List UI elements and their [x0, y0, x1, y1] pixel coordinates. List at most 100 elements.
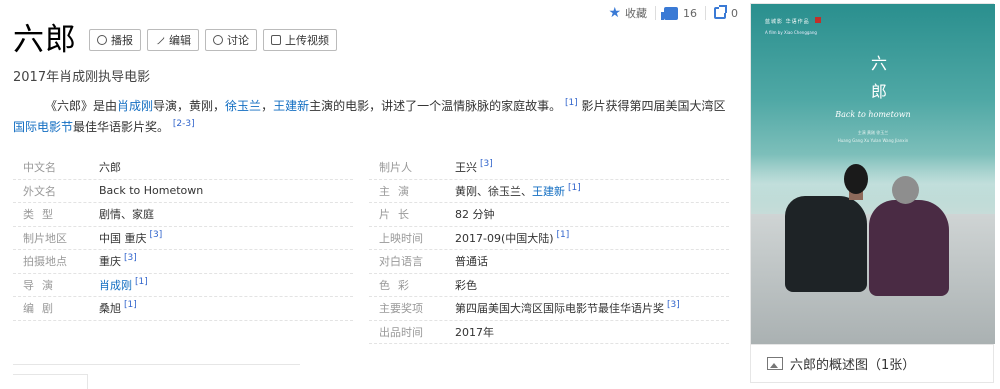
info-row: 制片人 王兴 [3]: [369, 156, 729, 180]
poster-cast-en: Huang Gang Xu Yulan Wang Jianxin: [837, 138, 909, 143]
info-value: 普通话: [455, 255, 488, 269]
like-button[interactable]: 16: [661, 6, 697, 20]
upload-video-button[interactable]: 上传视频: [263, 29, 337, 51]
info-column-right: 制片人 王兴 [3] 主演 黄刚、徐玉兰、王建新 [1] 片长 82 分钟 上映…: [369, 156, 729, 344]
summary-text: 导演，黄刚，: [153, 99, 226, 113]
catalog-tab[interactable]: [13, 374, 88, 389]
info-key: 主演: [379, 184, 417, 198]
festival-link[interactable]: 国际电影节: [13, 120, 73, 134]
poster-title-char: 郎: [870, 82, 887, 101]
title-buttons: 播报 编辑 讨论 上传视频: [89, 29, 343, 51]
poster-cast: 主演 黄刚 徐玉兰: [857, 130, 889, 135]
poster-man-head: [844, 164, 868, 194]
info-row: 导演 肖成刚 [1]: [13, 274, 353, 297]
info-key: 对白语言: [379, 255, 423, 269]
reference-link[interactable]: [1]: [124, 300, 137, 310]
poster-en-title: Back to hometown: [835, 110, 911, 119]
info-row: 上映时间 2017-09(中国大陆) [1]: [369, 227, 729, 250]
divider: [705, 6, 706, 20]
info-value: 中国 重庆: [99, 231, 147, 245]
poster-woman-figure: [869, 200, 949, 296]
info-row: 片长 82 分钟: [369, 203, 729, 227]
movie-poster[interactable]: 蓝城影 华语作品 A film by Xiao Chenggang 六 郎 Ba…: [751, 4, 995, 344]
info-key: 上映时间: [379, 231, 423, 245]
section-divider: [13, 364, 300, 365]
reference-link[interactable]: [1]: [135, 277, 148, 287]
poster-seal: [815, 17, 821, 23]
director-link[interactable]: 肖成刚: [117, 99, 153, 113]
info-row: 编剧 桑旭 [1]: [13, 297, 353, 321]
reference-link[interactable]: [1]: [568, 183, 581, 193]
info-key: 片长: [379, 208, 417, 222]
play-label: 播报: [111, 34, 133, 47]
reference-link[interactable]: [1]: [557, 230, 570, 240]
favorite-label: 收藏: [625, 7, 647, 20]
info-row: 制片地区 中国 重庆 [3]: [13, 227, 353, 250]
info-key: 拍摄地点: [23, 255, 67, 269]
share-icon: [714, 5, 727, 19]
reference-link[interactable]: [3]: [150, 230, 163, 240]
video-icon: [271, 35, 281, 45]
poster-studio: 蓝城影 华语作品: [765, 19, 810, 25]
reference-link[interactable]: [3]: [124, 253, 137, 263]
edit-button[interactable]: 编辑: [147, 29, 199, 51]
play-button[interactable]: 播报: [89, 29, 141, 51]
discuss-label: 讨论: [227, 34, 249, 47]
info-row: 出品时间 2017年: [369, 321, 729, 344]
summary-text: 《六郎》是由: [45, 99, 118, 113]
info-row: 对白语言 普通话: [369, 250, 729, 274]
poster-man-figure: [785, 196, 867, 292]
speaker-icon: [97, 35, 107, 45]
info-row: 主演 黄刚、徐玉兰、王建新 [1]: [369, 180, 729, 203]
top-actions: ★ 收藏 16 0: [608, 5, 738, 21]
poster-title: 六 郎: [869, 50, 889, 106]
info-row: 外文名 Back to Hometown: [13, 180, 353, 203]
discuss-button[interactable]: 讨论: [205, 29, 257, 51]
pencil-icon: [155, 35, 165, 45]
info-row: 主要奖项 第四届美国大湾区国际电影节最佳华语片奖 [3]: [369, 297, 729, 321]
share-count: 0: [731, 6, 738, 20]
summary-image-card[interactable]: 蓝城影 华语作品 A film by Xiao Chenggang 六 郎 Ba…: [750, 3, 995, 383]
actor-link[interactable]: 徐玉兰: [225, 99, 261, 113]
info-row: 拍摄地点 重庆 [3]: [13, 250, 353, 274]
upload-label: 上传视频: [285, 34, 329, 47]
summary-text: ，: [261, 99, 274, 113]
title-row: 六郎 播报 编辑 讨论 上传视频: [13, 20, 343, 60]
caption-text: 六郎的概述图（1张）: [790, 358, 916, 373]
reference-link[interactable]: [3]: [667, 300, 680, 310]
share-button[interactable]: 0: [714, 5, 738, 20]
info-key: 类型: [23, 208, 61, 222]
info-value: 王兴: [455, 161, 477, 175]
reference-link[interactable]: [2-3]: [173, 119, 195, 129]
info-key: 制片人: [379, 161, 412, 175]
director-link[interactable]: 肖成刚: [99, 279, 132, 292]
summary-text: 影片获得第四届美国大湾区: [581, 99, 726, 113]
divider: [655, 6, 656, 20]
favorite-button[interactable]: ★ 收藏: [608, 5, 647, 21]
image-icon: [767, 357, 783, 370]
info-value: 彩色: [455, 278, 477, 292]
chat-bubble-icon: [213, 35, 223, 45]
info-value: 第四届美国大湾区国际电影节最佳华语片奖: [455, 302, 664, 316]
info-value: 2017-09(中国大陆): [455, 231, 554, 245]
info-value: 重庆: [99, 255, 121, 269]
summary-text: 最佳华语影片奖。: [73, 120, 170, 134]
info-key: 编剧: [23, 302, 61, 316]
image-caption[interactable]: 六郎的概述图（1张）: [751, 344, 993, 382]
info-key: 外文名: [23, 184, 56, 198]
subtitle: 2017年肖成刚执导电影: [13, 70, 151, 85]
info-key: 主要奖项: [379, 302, 423, 316]
info-key: 色彩: [379, 278, 417, 292]
star-icon: ★: [608, 5, 621, 21]
reference-link[interactable]: [3]: [480, 159, 493, 169]
info-value: 剧情、家庭: [99, 208, 154, 222]
info-key: 出品时间: [379, 325, 423, 339]
reference-link[interactable]: [1]: [565, 98, 578, 108]
actor-link[interactable]: 王建新: [532, 185, 565, 198]
page-title: 六郎: [13, 22, 77, 58]
info-column-left: 中文名 六郎 外文名 Back to Hometown 类型 剧情、家庭 制片地…: [13, 156, 353, 321]
info-key: 中文名: [23, 161, 56, 175]
actor-link[interactable]: 王建新: [273, 99, 309, 113]
summary-text: 主演的电影，讲述了一个温情脉脉的家庭故事。: [309, 99, 562, 113]
info-value: 黄刚、徐玉兰、: [455, 184, 532, 198]
